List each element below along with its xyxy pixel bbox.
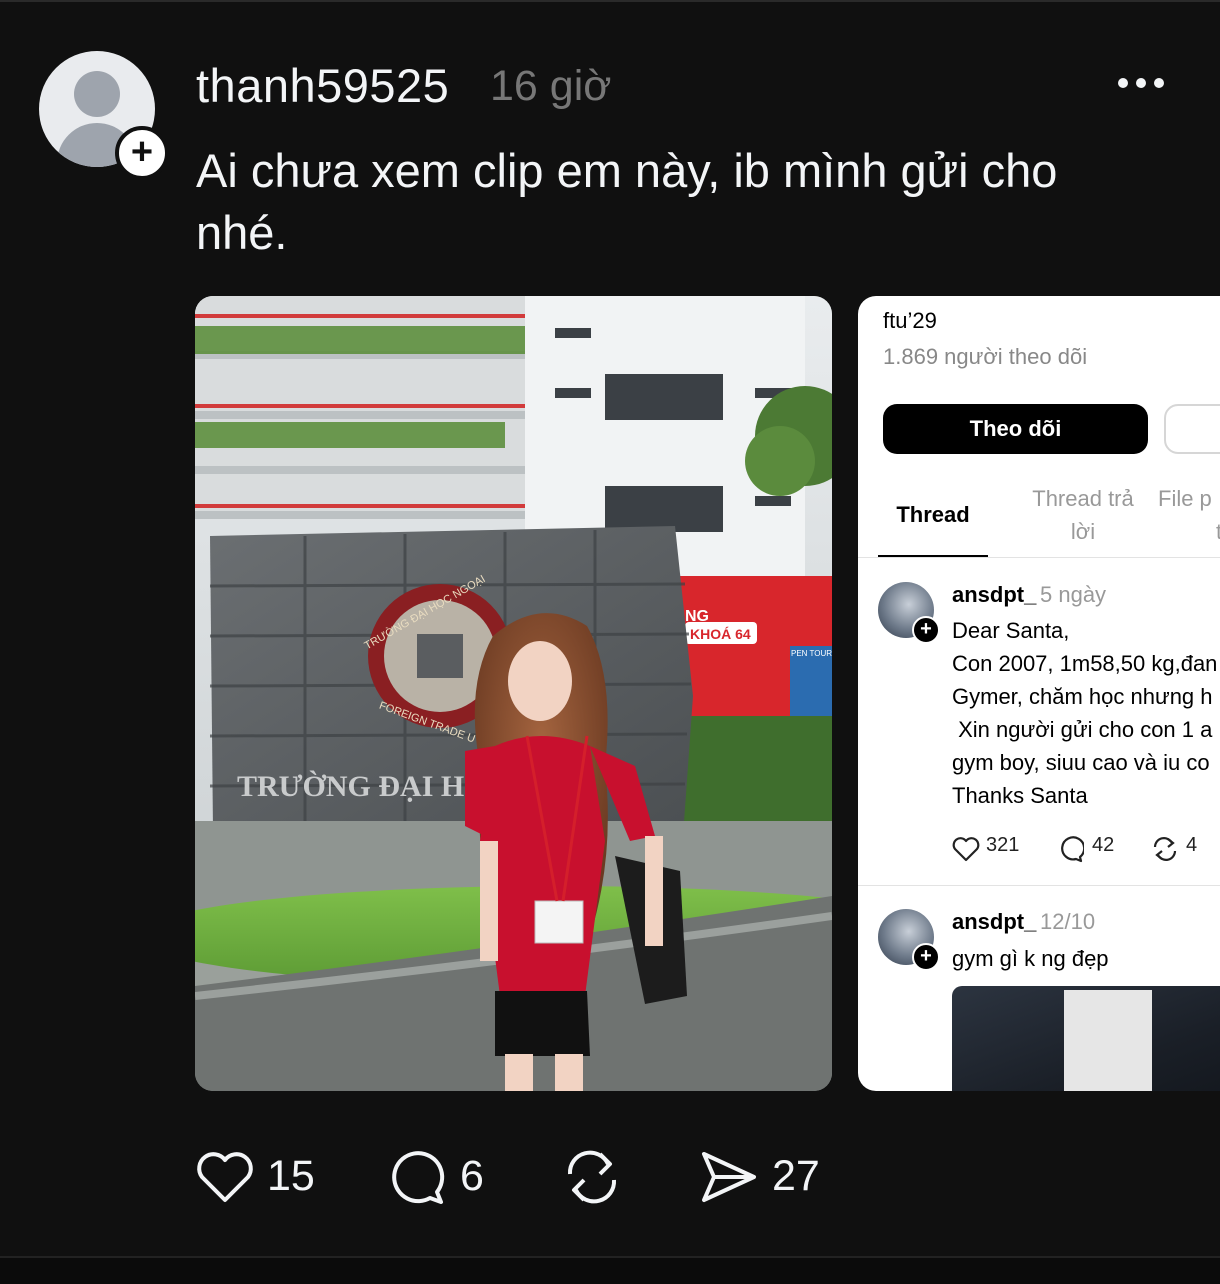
comment-reply-count: 42 (1092, 834, 1115, 856)
comment-image (952, 986, 1220, 1091)
follow-button: Theo dõi (883, 404, 1148, 454)
tab-divider (858, 557, 1220, 558)
like-count: 15 (267, 1152, 315, 1200)
next-post-edge (0, 1258, 1220, 1284)
repost-button[interactable] (562, 1146, 622, 1206)
heart-icon (197, 1152, 253, 1202)
comment-line: Gymer, chăm học nhưng h (952, 684, 1213, 709)
tab-files: File pt (1158, 486, 1220, 544)
banner-course: KHOÁ 64 (690, 626, 751, 642)
repost-icon (1153, 837, 1177, 861)
comment-username: ansdpt_ (952, 582, 1037, 607)
comment-repost-count: 4 (1186, 834, 1198, 856)
post-caption: Ai chưa xem clip em này, ib mình gửi cho… (196, 144, 1058, 259)
comment-like-count: 321 (986, 834, 1020, 856)
comment-line: Con 2007, 1m58,50 kg,đan (952, 651, 1218, 676)
comment-line: gym boy, siuu cao và iu co (952, 750, 1210, 775)
comment-icon (392, 1151, 445, 1204)
comment-divider (858, 885, 1220, 886)
send-icon (702, 1152, 756, 1202)
repost-icon (567, 1150, 617, 1204)
reply-icon (1061, 836, 1084, 863)
comment-line: gym gì k ng đẹp (952, 946, 1109, 971)
comment-username: ansdpt_ (952, 909, 1037, 934)
like-button[interactable]: 15 (195, 1146, 315, 1206)
tab-thread: Thread (896, 502, 970, 527)
tab-thread-replies: Thread trả lời (1032, 486, 1134, 544)
profile-followers: 1.869 người theo dõi (883, 344, 1088, 369)
profile-bio: ftu’29 (883, 308, 937, 333)
post-photo-campus[interactable]: NG KHOÁ 64 PEN TOUR TRƯỜNG ĐẠI HỌC NGOẠI… (195, 296, 832, 1091)
comment-count: 6 (460, 1152, 484, 1200)
comment-line: Xin người gửi cho con 1 a (952, 717, 1213, 742)
post-time: 16 giờ (490, 62, 612, 110)
follow-plus-icon[interactable]: + (115, 126, 169, 180)
more-options-icon[interactable] (1116, 70, 1166, 94)
follow-plus-icon: + (912, 616, 940, 644)
comment-time: 5 ngày (1040, 582, 1107, 607)
share-button[interactable]: 27 (700, 1146, 830, 1206)
comment-line: Thanks Santa (952, 783, 1088, 808)
comment-button[interactable]: 6 (388, 1146, 498, 1206)
banner-small: PEN TOUR (791, 649, 832, 658)
comment-line: Dear Santa, (952, 618, 1070, 643)
heart-icon (952, 837, 980, 862)
comment-time: 12/10 (1040, 909, 1096, 934)
top-divider (0, 0, 1220, 2)
follow-plus-icon: + (912, 943, 940, 971)
author-avatar[interactable]: + (39, 51, 169, 180)
secondary-button (1164, 404, 1220, 454)
share-count: 27 (772, 1152, 820, 1200)
profile-screenshot-image[interactable]: ftu’29 1.869 người theo dõi Theo dõi Thr… (858, 296, 1220, 1091)
author-username[interactable]: thanh59525 (196, 58, 449, 113)
